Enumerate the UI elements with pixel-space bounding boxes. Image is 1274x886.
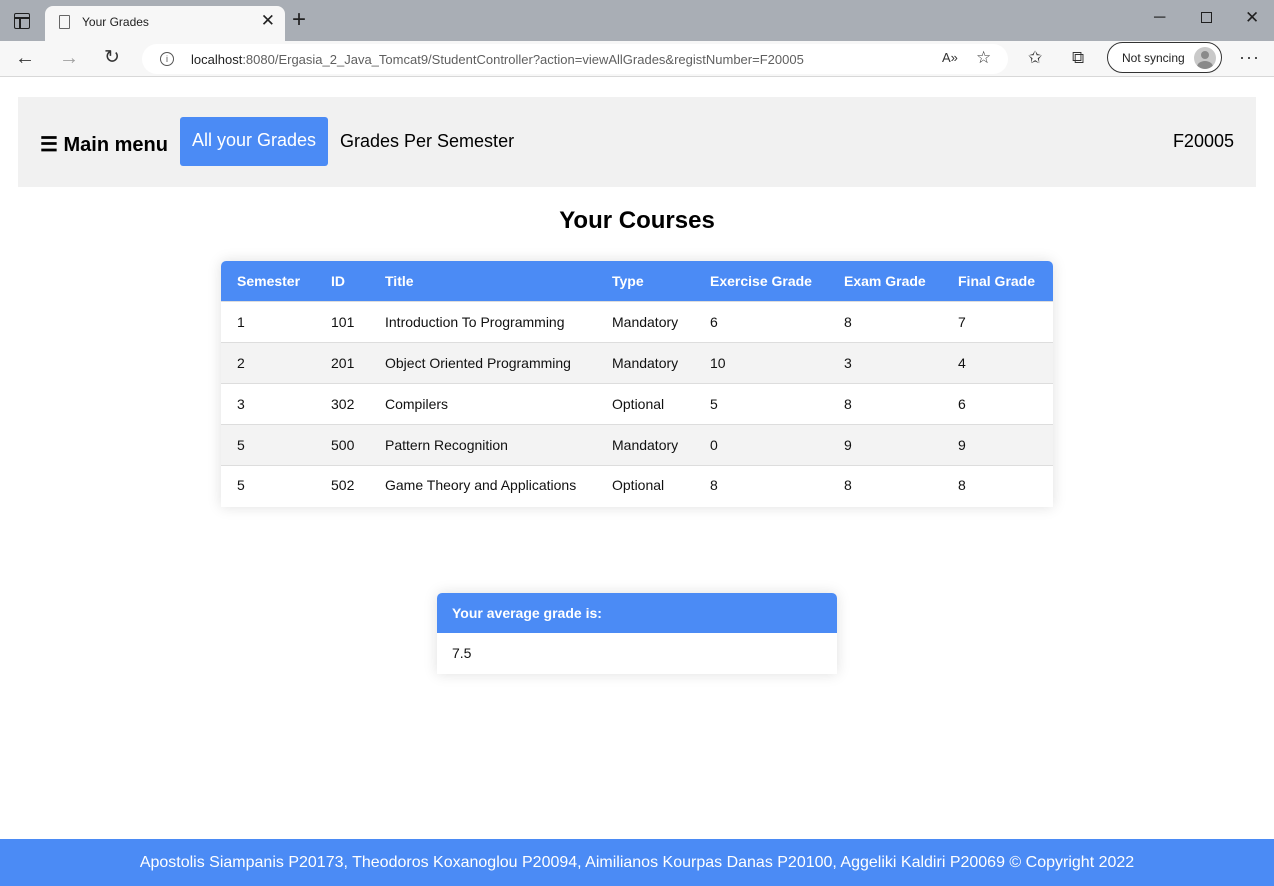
table-cell: 9 <box>942 423 1053 465</box>
user-id: F20005 <box>1172 131 1234 151</box>
more-options-icon[interactable]: ··· <box>1239 47 1260 68</box>
table-cell: 8 <box>942 464 1053 505</box>
forward-icon[interactable]: → <box>59 45 79 71</box>
add-favorite-icon[interactable]: ☆ <box>976 48 991 68</box>
table-cell: Mandatory <box>596 341 694 383</box>
courses-table: Semester ID Title Type Exercise Grade Ex… <box>221 261 1053 507</box>
table-cell: Optional <box>596 382 694 424</box>
column-header: Final Grade <box>942 261 1053 301</box>
table-cell: 2 <box>221 341 315 383</box>
column-header: Type <box>596 261 694 301</box>
table-cell: 8 <box>828 382 942 424</box>
read-aloud-icon[interactable]: A» <box>942 50 958 65</box>
tab-close-icon[interactable]: ✕ <box>261 11 275 31</box>
reload-icon[interactable]: ↻ <box>104 45 120 71</box>
column-header: Semester <box>221 261 315 301</box>
profile-button[interactable]: Not syncing <box>1107 42 1222 73</box>
page-icon <box>59 15 70 29</box>
table-cell: 302 <box>315 382 369 424</box>
table-cell: 8 <box>694 464 828 505</box>
column-header: Exercise Grade <box>694 261 828 301</box>
table-cell: Game Theory and Applications <box>369 464 596 505</box>
column-header: Exam Grade <box>828 261 942 301</box>
table-cell: 4 <box>942 341 1053 383</box>
page-title: Your Courses <box>559 207 715 234</box>
table-row: 2 201 Object Oriented Programming Mandat… <box>221 341 1053 383</box>
table-cell: Pattern Recognition <box>369 423 596 465</box>
main-menu-link[interactable]: ☰ Main menu <box>40 132 168 157</box>
table-cell: 5 <box>694 382 828 424</box>
table-cell: 500 <box>315 423 369 465</box>
close-window-icon[interactable]: ✕ <box>1245 8 1259 28</box>
table-cell: Introduction To Programming <box>369 300 596 342</box>
table-cell: Mandatory <box>596 423 694 465</box>
average-grade-table: Your average grade is: 7.5 <box>437 593 837 674</box>
table-cell: 0 <box>694 423 828 465</box>
table-cell: 101 <box>315 300 369 342</box>
favorites-icon[interactable]: ✩ <box>1028 48 1042 68</box>
address-bar[interactable]: i localhost:8080/Ergasia_2_Java_Tomcat9/… <box>142 44 1008 74</box>
table-cell: 10 <box>694 341 828 383</box>
back-icon[interactable]: ← <box>15 45 35 71</box>
new-tab-icon[interactable]: + <box>292 8 306 32</box>
table-cell: 8 <box>828 464 942 505</box>
table-cell: 1 <box>221 300 315 342</box>
average-grade-label: Your average grade is: <box>437 593 837 633</box>
tab-actions-icon[interactable] <box>14 13 30 29</box>
table-cell: 5 <box>221 464 315 505</box>
table-header-row: Semester ID Title Type Exercise Grade Ex… <box>221 261 1053 301</box>
grades-per-semester-link[interactable]: Grades Per Semester <box>340 131 514 152</box>
table-cell: Object Oriented Programming <box>369 341 596 383</box>
table-cell: 3 <box>221 382 315 424</box>
table-cell: 6 <box>694 300 828 342</box>
url-text[interactable]: localhost:8080/Ergasia_2_Java_Tomcat9/St… <box>191 52 804 67</box>
profile-label: Not syncing <box>1122 51 1185 65</box>
all-grades-link[interactable]: All your Grades <box>180 117 328 166</box>
table-cell: 201 <box>315 341 369 383</box>
table-cell: 9 <box>828 423 942 465</box>
footer: Apostolis Siampanis P20173, Theodoros Ko… <box>0 839 1274 886</box>
navbar: ☰ Main menu All your Grades Grades Per S… <box>18 97 1256 187</box>
table-cell: 502 <box>315 464 369 505</box>
tab-title: Your Grades <box>82 15 149 29</box>
browser-toolbar: ← → ↻ i localhost:8080/Ergasia_2_Java_To… <box>0 41 1274 77</box>
table-cell: 8 <box>828 300 942 342</box>
browser-tab-bar: Your Grades ✕ + ─ ✕ <box>0 0 1274 41</box>
browser-tab[interactable]: Your Grades ✕ <box>45 6 285 41</box>
collections-icon[interactable]: ⧉ <box>1072 48 1084 68</box>
table-cell: Compilers <box>369 382 596 424</box>
column-header: ID <box>315 261 369 301</box>
site-info-icon[interactable]: i <box>160 52 174 66</box>
table-row: 5 502 Game Theory and Applications Optio… <box>221 464 1053 505</box>
table-cell: 7 <box>942 300 1053 342</box>
minimize-icon[interactable]: ─ <box>1154 8 1165 28</box>
average-grade-value: 7.5 <box>437 633 837 672</box>
table-row: 5 500 Pattern Recognition Mandatory 0 9 … <box>221 423 1053 465</box>
table-cell: 6 <box>942 382 1053 424</box>
column-header: Title <box>369 261 596 301</box>
avatar <box>1194 47 1216 69</box>
maximize-icon[interactable] <box>1201 12 1212 23</box>
table-cell: Mandatory <box>596 300 694 342</box>
table-row: 1 101 Introduction To Programming Mandat… <box>221 300 1053 342</box>
table-cell: 3 <box>828 341 942 383</box>
table-cell: 5 <box>221 423 315 465</box>
table-row: 3 302 Compilers Optional 5 8 6 <box>221 382 1053 424</box>
table-cell: Optional <box>596 464 694 505</box>
